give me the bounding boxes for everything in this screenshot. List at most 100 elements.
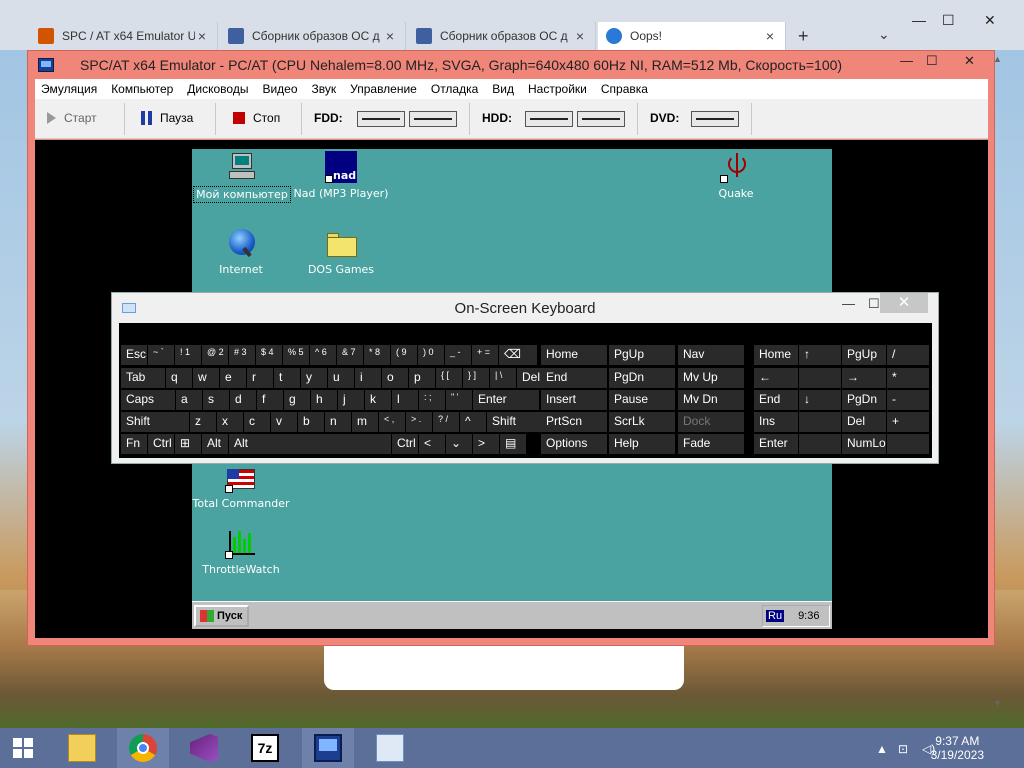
osk-numpad-key[interactable] [799,412,841,432]
osk-maximize-button[interactable]: ☐ [868,296,880,312]
osk-nav-key[interactable]: Nav [678,345,744,365]
osk-key[interactable]: Tab [121,368,165,388]
browser-close-button[interactable]: ✕ [984,12,996,29]
taskbar-emulator[interactable] [302,728,354,768]
osk-key[interactable]: q [166,368,192,388]
menu-emulation[interactable]: Эмуляция [41,82,97,96]
osk-key[interactable]: Alt [202,434,228,454]
close-icon[interactable]: × [763,28,777,44]
osk-key[interactable]: < [419,434,445,454]
osk-key[interactable]: ? / [433,412,459,432]
osk-numpad-key[interactable]: / [887,345,929,365]
osk-numpad-key[interactable] [799,434,841,454]
osk-key[interactable]: Fn [121,434,147,454]
osk-nav-key[interactable]: PgDn [609,368,675,388]
close-icon[interactable]: × [383,28,397,44]
taskbar-osk[interactable] [364,728,416,768]
taskbar-chrome[interactable] [117,728,169,768]
osk-key[interactable]: v [271,412,297,432]
osk-key[interactable]: i [355,368,381,388]
osk-key[interactable]: & 7 [337,345,363,365]
menu-sound[interactable]: Звук [312,82,337,96]
osk-nav-key[interactable]: Options [541,434,607,454]
osk-key[interactable]: * 8 [364,345,390,365]
tab-oops[interactable]: Oops! × [598,22,786,50]
osk-nav-key[interactable]: PrtScn [541,412,607,432]
osk-key[interactable]: ⊞ [175,434,201,454]
osk-key[interactable]: k [365,390,391,410]
hdd-drive-0[interactable] [525,111,573,127]
osk-numpad-key[interactable]: Home [754,345,798,365]
osk-numpad-key[interactable]: + [887,412,929,432]
emulator-minimize-button[interactable]: — [900,53,913,68]
osk-key[interactable]: t [274,368,300,388]
osk-key[interactable]: > . [406,412,432,432]
osk-numpad-key[interactable]: NumLock [842,434,886,454]
osk-key[interactable]: s [203,390,229,410]
osk-key[interactable]: b [298,412,324,432]
osk-key[interactable]: | \ [490,368,516,388]
osk-key[interactable]: ⌫ [499,345,537,365]
osk-numpad-key[interactable]: ↑ [799,345,841,365]
osk-key[interactable]: Alt [229,434,391,454]
osk-key[interactable]: p [409,368,435,388]
osk-nav-key[interactable]: Dock [678,412,744,432]
emulator-close-button[interactable]: ✕ [964,53,975,69]
osk-key[interactable]: ( 9 [391,345,417,365]
osk-numpad-key[interactable]: * [887,368,929,388]
osk-key[interactable]: @ 2 [202,345,228,365]
osk-numpad-key[interactable]: PgUp [842,345,886,365]
osk-key[interactable]: g [284,390,310,410]
menu-computer[interactable]: Компьютер [111,82,173,96]
osk-key[interactable]: } ] [463,368,489,388]
menu-video[interactable]: Видео [262,82,297,96]
stop-emulation-button[interactable]: Стоп [233,105,280,131]
osk-key[interactable]: Shift [487,412,543,432]
osk-key[interactable]: o [382,368,408,388]
osk-key[interactable]: ^ [460,412,486,432]
osk-key[interactable]: h [311,390,337,410]
menu-help[interactable]: Справка [601,82,648,96]
osk-key[interactable]: + = [472,345,498,365]
osk-key[interactable]: u [328,368,354,388]
emulator-maximize-button[interactable]: ☐ [926,53,938,69]
osk-numpad-key[interactable]: PgDn [842,390,886,410]
osk-close-button[interactable]: ✕ [880,293,928,313]
windows-start-button[interactable] [0,728,46,768]
pause-emulation-button[interactable]: Пауза [141,105,193,131]
osk-key[interactable]: ~ ` [148,345,174,365]
scroll-down-button[interactable]: ▼ [993,698,1002,708]
tab-os-images-1[interactable]: Сборник образов ОС д × [220,22,406,50]
osk-nav-key[interactable]: Insert [541,390,607,410]
tab-os-images-2[interactable]: Сборник образов ОС д × [408,22,596,50]
taskbar-7zip[interactable]: 7z [239,728,291,768]
osk-numpad-key[interactable]: ← [754,368,798,388]
osk-key[interactable]: Ctrl [392,434,418,454]
tab-list-button[interactable]: ⌄ [878,26,890,43]
start-emulation-button[interactable]: Старт [47,105,97,131]
osk-numpad-key[interactable] [799,368,841,388]
osk-key[interactable]: > [473,434,499,454]
osk-key[interactable]: e [220,368,246,388]
osk-key[interactable]: { [ [436,368,462,388]
osk-key[interactable]: f [257,390,283,410]
osk-key[interactable]: # 3 [229,345,255,365]
osk-key[interactable]: x [217,412,243,432]
menu-drives[interactable]: Дисководы [187,82,248,96]
taskbar-file-explorer[interactable] [56,728,108,768]
osk-numpad-key[interactable] [887,434,929,454]
osk-key[interactable]: : ; [419,390,445,410]
osk-nav-key[interactable]: Pause [609,390,675,410]
osk-nav-key[interactable]: Fade [678,434,744,454]
desktop-icon-internet[interactable]: Internet [186,227,296,277]
osk-nav-key[interactable]: PgUp [609,345,675,365]
osk-key[interactable]: l [392,390,418,410]
osk-key[interactable]: < , [379,412,405,432]
menu-settings[interactable]: Настройки [528,82,587,96]
osk-key[interactable]: a [176,390,202,410]
osk-key[interactable]: ) 0 [418,345,444,365]
menu-control[interactable]: Управление [350,82,417,96]
osk-key[interactable]: w [193,368,219,388]
desktop-icon-throttlewatch[interactable]: ThrottleWatch [186,527,296,577]
osk-nav-key[interactable]: Mv Up [678,368,744,388]
